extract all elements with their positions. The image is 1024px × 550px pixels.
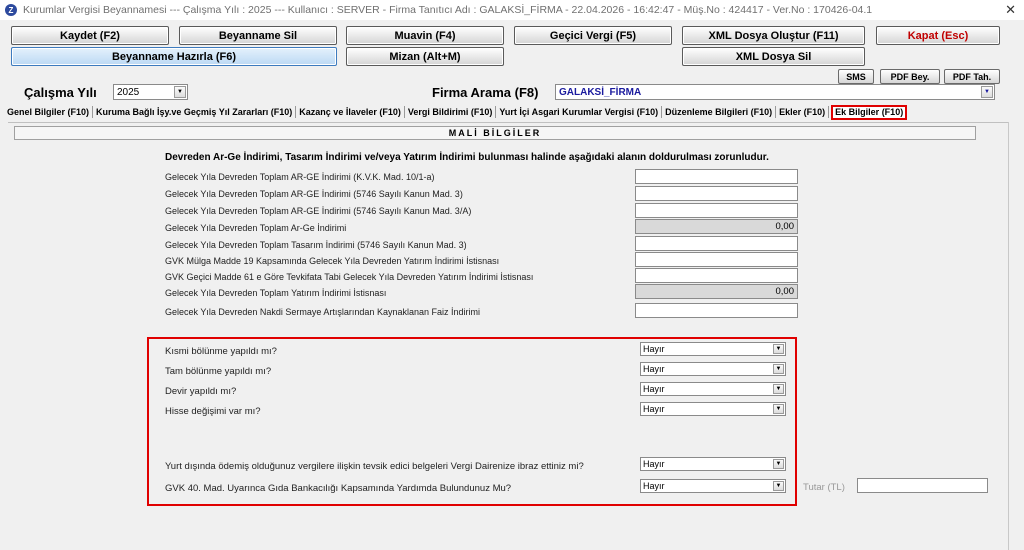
kapat-button[interactable]: Kapat (Esc) <box>876 26 1000 45</box>
row-label: Gelecek Yıla Devreden Toplam AR-GE İndir… <box>165 189 463 199</box>
row-input[interactable] <box>635 169 798 184</box>
firma-label: Firma Arama (F8) <box>432 85 539 100</box>
question-select-value: Hayır <box>643 404 665 414</box>
question-label: Hisse değişimi var mı? <box>165 406 261 417</box>
question-select[interactable]: Hayır ▼ <box>640 457 786 471</box>
tab-asgari-kv[interactable]: Yurt İçi Asgari Kurumlar Vergisi (F10) <box>496 106 663 118</box>
row-input[interactable] <box>635 236 798 251</box>
row-label: Gelecek Yıla Devreden Toplam AR-GE İndir… <box>165 206 472 216</box>
firma-select[interactable]: GALAKSİ_FİRMA ▼ <box>555 84 995 100</box>
tab-kuruma-bagli[interactable]: Kuruma Bağlı İşy.ve Geçmiş Yıl Zararları… <box>93 106 297 118</box>
sms-button[interactable]: SMS <box>838 69 874 84</box>
question-select-value: Hayır <box>643 384 665 394</box>
tab-genel-bilgiler[interactable]: Genel Bilgiler (F10) <box>4 106 94 118</box>
beyanname-hazirla-button[interactable]: Beyanname Hazırla (F6) <box>11 47 337 66</box>
chevron-down-icon[interactable]: ▼ <box>773 364 784 374</box>
question-select[interactable]: Hayır ▼ <box>640 342 786 356</box>
row-readonly-value: 0,00 <box>635 284 798 299</box>
mizan-button[interactable]: Mizan (Alt+M) <box>346 47 504 66</box>
row-readonly-value: 0,00 <box>635 219 798 234</box>
row-label: Gelecek Yıla Devreden Nakdi Sermaye Artı… <box>165 307 480 317</box>
panel-divider <box>1008 122 1009 550</box>
row-input[interactable] <box>635 186 798 201</box>
row-input[interactable] <box>635 268 798 283</box>
pdf-bey-button[interactable]: PDF Bey. <box>880 69 940 84</box>
question-label: Devir yapıldı mı? <box>165 386 237 397</box>
question-select-value: Hayır <box>643 459 665 469</box>
chevron-down-icon[interactable]: ▼ <box>773 404 784 414</box>
question-select[interactable]: Hayır ▼ <box>640 402 786 416</box>
kaydet-button[interactable]: Kaydet (F2) <box>11 26 169 45</box>
tab-vergi-bildirimi[interactable]: Vergi Bildirimi (F10) <box>405 106 497 118</box>
tab-duzenleme[interactable]: Düzenleme Bilgileri (F10) <box>662 106 777 118</box>
row-label: Gelecek Yıla Devreden Toplam Yatırım İnd… <box>165 288 387 298</box>
question-select[interactable]: Hayır ▼ <box>640 382 786 396</box>
row-input[interactable] <box>635 252 798 267</box>
question-label: Tam bölünme yapıldı mı? <box>165 366 272 377</box>
close-icon[interactable]: ✕ <box>1005 2 1016 18</box>
tab-kazanc[interactable]: Kazanç ve İlaveler (F10) <box>296 106 405 118</box>
gecici-vergi-button[interactable]: Geçici Vergi (F5) <box>514 26 672 45</box>
question-select-value: Hayır <box>643 364 665 374</box>
tab-bar: Genel Bilgiler (F10) Kuruma Bağlı İşy.ve… <box>4 104 908 120</box>
xml-sil-button[interactable]: XML Dosya Sil <box>682 47 865 66</box>
firma-select-value: GALAKSİ_FİRMA <box>559 86 642 98</box>
question-select[interactable]: Hayır ▼ <box>640 362 786 376</box>
xml-olustur-button[interactable]: XML Dosya Oluştur (F11) <box>682 26 865 45</box>
chevron-down-icon[interactable]: ▼ <box>773 459 784 469</box>
required-note: Devreden Ar-Ge İndirimi, Tasarım İndirim… <box>165 152 769 163</box>
row-label: GVK Geçici Madde 61 e Göre Tevkifata Tab… <box>165 272 534 282</box>
chevron-down-icon[interactable]: ▼ <box>174 86 186 98</box>
row-label: GVK Mülga Madde 19 Kapsamında Gelecek Yı… <box>165 256 500 266</box>
window-title: Kurumlar Vergisi Beyannamesi --- Çalışma… <box>23 4 873 16</box>
question-select-value: Hayır <box>643 344 665 354</box>
year-label: Çalışma Yılı <box>24 85 97 100</box>
beyanname-sil-button[interactable]: Beyanname Sil <box>179 26 337 45</box>
question-select[interactable]: Hayır ▼ <box>640 479 786 493</box>
chevron-down-icon[interactable]: ▼ <box>981 86 993 98</box>
row-input[interactable] <box>635 203 798 218</box>
row-label: Gelecek Yıla Devreden Toplam Ar-Ge İndir… <box>165 223 347 233</box>
year-select[interactable]: 2025 ▼ <box>113 84 188 100</box>
chevron-down-icon[interactable]: ▼ <box>773 481 784 491</box>
row-input[interactable] <box>635 303 798 318</box>
app-logo-icon: Z <box>5 4 17 16</box>
title-bar: Z Kurumlar Vergisi Beyannamesi --- Çalış… <box>0 0 1024 20</box>
year-select-value: 2025 <box>117 86 140 98</box>
section-title: MALİ BİLGİLER <box>14 126 976 140</box>
tab-ek-bilgiler[interactable]: Ek Bilgiler (F10) <box>831 104 908 120</box>
question-label: GVK 40. Mad. Uyarınca Gıda Bankacılığı K… <box>165 483 512 494</box>
row-label: Gelecek Yıla Devreden Toplam Tasarım İnd… <box>165 240 467 250</box>
question-select-value: Hayır <box>643 481 665 491</box>
muavin-button[interactable]: Muavin (F4) <box>346 26 504 45</box>
pdf-tah-button[interactable]: PDF Tah. <box>944 69 1000 84</box>
chevron-down-icon[interactable]: ▼ <box>773 384 784 394</box>
tutar-label: Tutar (TL) <box>803 482 845 493</box>
question-label: Kısmi bölünme yapıldı mı? <box>165 346 277 357</box>
tab-ekler[interactable]: Ekler (F10) <box>776 106 830 118</box>
question-label: Yurt dışında ödemiş olduğunuz vergilere … <box>165 461 584 472</box>
tutar-input[interactable] <box>857 478 988 493</box>
chevron-down-icon[interactable]: ▼ <box>773 344 784 354</box>
row-label: Gelecek Yıla Devreden Toplam AR-GE İndir… <box>165 172 435 182</box>
